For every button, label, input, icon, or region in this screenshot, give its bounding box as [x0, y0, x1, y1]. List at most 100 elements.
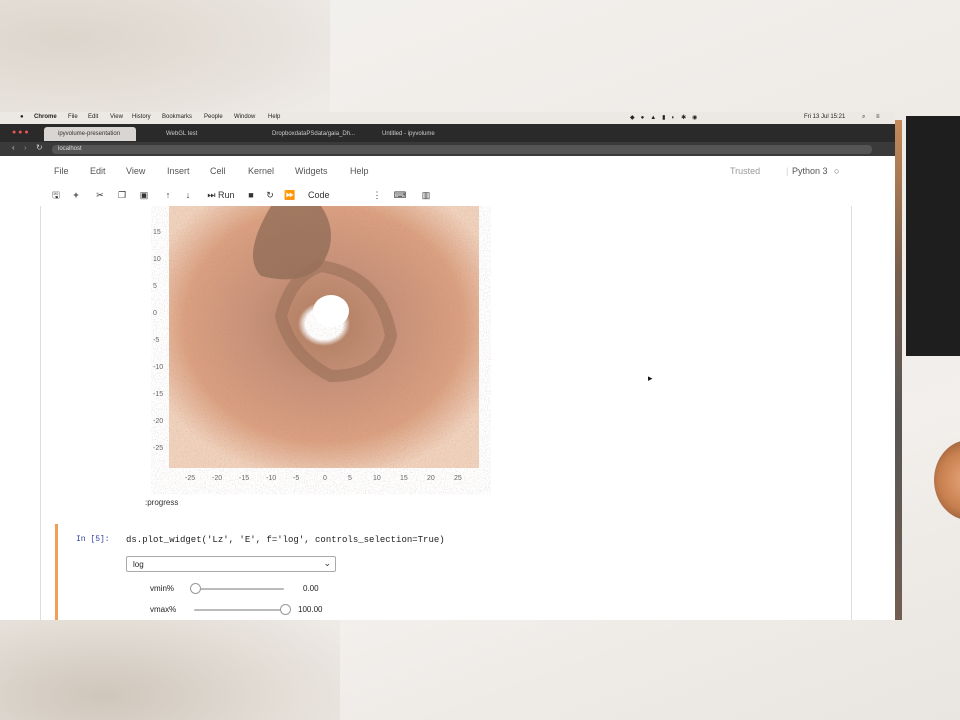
search-icon[interactable]: ⌕: [862, 114, 865, 121]
x-tick: -10: [266, 475, 276, 482]
dropdown-value: log: [133, 560, 144, 569]
browser-window: ● Chrome File Edit View History Bookmark…: [0, 112, 895, 620]
x-tick: -20: [212, 475, 222, 482]
y-tick: 10: [153, 256, 161, 263]
tab-dropbox[interactable]: DropboxdataPSdata/gaia_Dh...: [258, 127, 358, 141]
y-tick: 5: [153, 283, 157, 290]
menubar-item-file[interactable]: File: [68, 114, 78, 120]
window-controls-icon[interactable]: ● ● ●: [12, 129, 29, 136]
code-cell[interactable]: In [5]: ds.plot_widget('Lz', 'E', f='log…: [55, 524, 844, 620]
nb-menu-cell[interactable]: Cell: [210, 166, 226, 176]
tab-label: ipyvolume-presentation: [58, 131, 121, 137]
vmin-slider-handle[interactable]: [189, 583, 201, 594]
kernel-divider: |: [786, 166, 789, 176]
save-icon[interactable]: 🖫: [48, 187, 64, 203]
cell-type-select[interactable]: Code: [304, 187, 356, 203]
apple-icon[interactable]: ●: [20, 114, 24, 120]
cut-icon[interactable]: ✂: [92, 187, 108, 203]
menubar-item-people[interactable]: People: [204, 114, 223, 120]
nb-menu-insert[interactable]: Insert: [167, 166, 190, 176]
y-tick: -15: [153, 391, 163, 398]
y-tick: -10: [153, 364, 163, 371]
x-tick: 5: [348, 475, 352, 482]
chart-icon[interactable]: ▥: [418, 187, 434, 203]
mac-menubar: ● Chrome File Edit View History Bookmark…: [0, 112, 895, 124]
vmin-slider-track[interactable]: [194, 588, 284, 590]
x-tick: 0: [323, 475, 327, 482]
menubar-item-view[interactable]: View: [110, 114, 123, 120]
y-tick: 0: [153, 310, 157, 317]
nb-menu-edit[interactable]: Edit: [90, 166, 106, 176]
vmin-value: 0.00: [303, 584, 319, 593]
address-bar-row: ‹ › ↻ localhost: [0, 142, 895, 156]
vmax-label: vmax%: [150, 605, 177, 614]
keyboard-icon[interactable]: ⌨: [392, 187, 408, 203]
run-icon: ⏭: [207, 190, 216, 200]
mouse-cursor-icon: ▸: [648, 373, 653, 383]
status-icons: ◆●▲▮◐✱◉: [630, 115, 704, 121]
menubar-item-window[interactable]: Window: [234, 114, 255, 120]
menubar-item-edit[interactable]: Edit: [88, 114, 98, 120]
kernel-name: Python 3: [792, 166, 828, 176]
nb-menu-kernel[interactable]: Kernel: [248, 166, 274, 176]
menubar-item-help[interactable]: Help: [268, 114, 280, 120]
tab-label: WebGL test: [166, 131, 198, 137]
menubar-clock: Fri 13 Jul 15:21: [804, 114, 846, 120]
density-plot-svg: 15 10 5 0 -5 -10 -15 -20 -25 -25 -20 -15…: [153, 206, 479, 482]
add-cell-icon[interactable]: +: [68, 187, 84, 203]
x-tick: -15: [239, 475, 249, 482]
x-tick: 10: [373, 475, 381, 482]
tab-bar: ● ● ● ipyvolume-presentation WebGL test …: [0, 124, 895, 142]
cell-code[interactable]: ds.plot_widget('Lz', 'E', f='log', contr…: [126, 535, 445, 545]
stop-icon[interactable]: ■: [244, 187, 258, 203]
menu-list-icon[interactable]: ≡: [876, 114, 880, 120]
y-tick: -25: [153, 445, 163, 452]
x-tick: 15: [400, 475, 408, 482]
restart-icon[interactable]: ↻: [262, 187, 278, 203]
tab-untitled[interactable]: Untitled - ipyvolume: [368, 127, 464, 141]
chevron-down-icon: ⌄: [323, 558, 331, 568]
notebook-menubar: File Edit View Insert Cell Kernel Widget…: [0, 156, 895, 184]
tab-label: DropboxdataPSdata/gaia_Dh...: [272, 131, 356, 137]
density-plot: 15 10 5 0 -5 -10 -15 -20 -25 -25 -20 -15…: [151, 206, 491, 496]
move-up-icon[interactable]: ↑: [160, 187, 176, 203]
y-tick: -5: [153, 337, 159, 344]
vmin-label: vmin%: [150, 584, 175, 593]
vmax-slider-handle[interactable]: [279, 604, 291, 615]
x-tick: 25: [454, 475, 462, 482]
menubar-app[interactable]: Chrome: [34, 114, 57, 120]
x-tick: -25: [185, 475, 195, 482]
trusted-indicator[interactable]: Trusted: [730, 166, 760, 176]
decorative-circle: [934, 440, 960, 520]
run-label: Run: [218, 190, 235, 200]
tab-ipyvolume-presentation[interactable]: ipyvolume-presentation: [44, 127, 136, 141]
forward-icon[interactable]: ›: [24, 143, 27, 152]
tab-webgl-test[interactable]: WebGL test: [152, 127, 248, 141]
nb-menu-widgets[interactable]: Widgets: [295, 166, 328, 176]
run-button[interactable]: ⏭ Run: [204, 187, 238, 203]
paste-icon[interactable]: ▣: [136, 187, 152, 203]
x-tick: -5: [293, 475, 299, 482]
url-field[interactable]: localhost: [52, 145, 872, 154]
cell-prompt: In [5]:: [76, 535, 110, 544]
nb-menu-help[interactable]: Help: [350, 166, 369, 176]
y-tick: 15: [153, 229, 161, 236]
menubar-item-history[interactable]: History: [132, 114, 151, 120]
vmax-slider-track[interactable]: [194, 609, 284, 611]
kernel-status-icon: ○: [834, 166, 840, 176]
nb-menu-file[interactable]: File: [54, 166, 69, 176]
nb-menu-view[interactable]: View: [126, 166, 145, 176]
x-tick: 20: [427, 475, 435, 482]
fast-forward-icon[interactable]: ⏩: [282, 187, 298, 203]
colormap-dropdown[interactable]: log ⌄: [126, 556, 336, 572]
move-down-icon[interactable]: ↓: [180, 187, 196, 203]
back-icon[interactable]: ‹: [12, 143, 15, 152]
copy-icon[interactable]: ❐: [114, 187, 130, 203]
background-shape: [0, 0, 330, 130]
menubar-item-bookmarks[interactable]: Bookmarks: [162, 114, 192, 120]
reload-icon[interactable]: ↻: [36, 143, 43, 152]
y-tick: -20: [153, 418, 163, 425]
command-palette-icon[interactable]: ⋮: [370, 187, 384, 203]
notebook-toolbar: 🖫 + ✂ ❐ ▣ ↑ ↓ ⏭ Run ■ ↻ ⏩ Code ⋮ ⌨ ▥: [0, 184, 895, 206]
progress-label: :progress: [145, 498, 179, 507]
